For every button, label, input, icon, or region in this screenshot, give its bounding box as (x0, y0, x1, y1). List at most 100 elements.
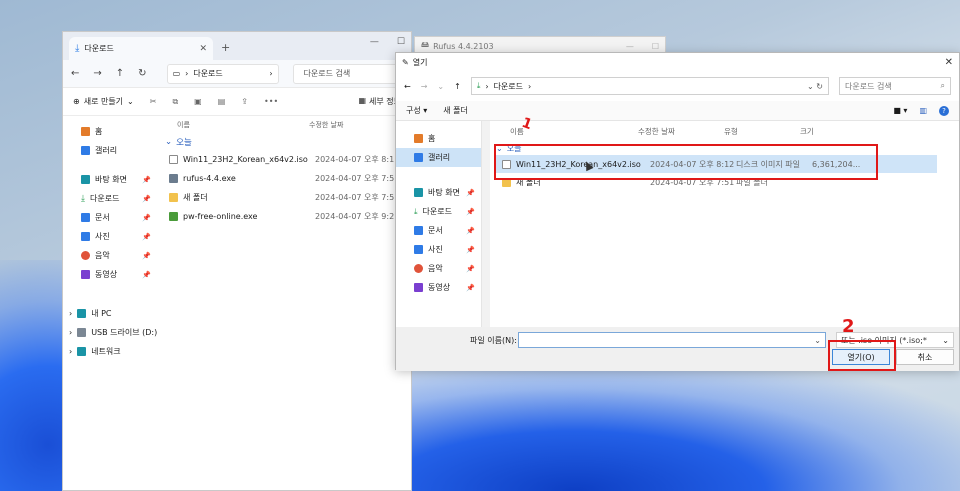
sidebar-item-home[interactable]: 홈 (63, 122, 159, 141)
sidebar-item-desktop[interactable]: 바탕 화면 📌 (63, 170, 159, 189)
chevron-down-icon: ⌄ (814, 335, 821, 345)
document-icon (414, 226, 423, 235)
dialog-address-bar[interactable]: ⤓ › 다운로드 › ⌄ ↻ (470, 77, 829, 95)
minimize-icon[interactable]: — (626, 42, 634, 51)
organize-button[interactable]: 구성 ▾ (406, 105, 427, 116)
sidebar-item-pictures[interactable]: 사진 📌 (396, 240, 481, 259)
paste-icon[interactable]: ▣ (194, 97, 202, 106)
gallery-icon (81, 146, 90, 155)
new-folder-button[interactable]: 새 폴더 (443, 105, 468, 116)
explorer-address-bar[interactable]: ▭ › 다운로드 › (166, 63, 279, 84)
column-header-type[interactable]: 유형 (724, 126, 800, 137)
copy-icon[interactable]: ⧉ (172, 97, 178, 107)
search-placeholder: 다운로드 검색 (845, 81, 892, 91)
sidebar-item-label: 홈 (428, 134, 436, 143)
close-icon[interactable]: ✕ (945, 57, 953, 68)
back-icon[interactable]: ← (71, 68, 79, 79)
video-icon (414, 283, 423, 292)
rename-icon[interactable]: ▤ (218, 97, 226, 106)
address-text: 다운로드 (493, 81, 524, 91)
sidebar-item-home[interactable]: 홈 (396, 129, 481, 148)
sidebar-item-downloads[interactable]: ⤓ 다운로드 📌 (396, 202, 481, 221)
refresh-icon[interactable]: ↻ (138, 68, 146, 79)
recent-chevron-icon[interactable]: ⌄ (437, 82, 444, 91)
sidebar-item-music[interactable]: 음악 📌 (63, 246, 159, 265)
file-name: Win11_23H2_Korean_x64v2.iso (183, 155, 308, 164)
monitor-icon: ▭ (172, 69, 181, 78)
rufus-window-controls: — ☐ (626, 42, 659, 51)
pin-icon: 📌 (466, 245, 475, 254)
maximize-icon[interactable]: ☐ (652, 42, 659, 51)
sidebar-item-downloads[interactable]: ⤓ 다운로드 📌 (63, 189, 159, 208)
dialog-view-controls: ■ ▾ ▥ ? (893, 105, 949, 116)
tree-item-network[interactable]: › 네트워크 (63, 342, 159, 361)
sidebar-item-gallery[interactable]: 갤러리 (396, 148, 481, 167)
explorer-window: ⤓ 다운로드 ✕ + — ☐ ← → ↑ ↻ ▭ › 다운로드 › 다운로드 검… (62, 31, 412, 491)
cut-icon[interactable]: ✂ (150, 97, 157, 106)
home-icon (414, 134, 423, 143)
file-row[interactable]: pw-free-online.exe 2024-04-07 오후 9:2 (159, 207, 411, 226)
sidebar-item-label: 문서 (428, 226, 443, 235)
tree-item-this-pc[interactable]: › 내 PC (63, 304, 159, 323)
annotation-box-open (828, 340, 896, 371)
share-icon[interactable]: ⇪ (241, 97, 248, 106)
sidebar-item-label: 다운로드 (89, 194, 120, 203)
file-row[interactable]: Win11_23H2_Korean_x64v2.iso 2024-04-07 오후… (159, 150, 411, 169)
sidebar-item-pictures[interactable]: 사진 📌 (63, 227, 159, 246)
forward-icon[interactable]: → (93, 68, 101, 79)
more-icon[interactable]: ••• (264, 97, 278, 106)
up-icon[interactable]: ↑ (454, 82, 461, 91)
tab-close-icon[interactable]: ✕ (199, 44, 207, 54)
chevron-right-icon: › (185, 69, 189, 78)
explorer-search-input[interactable]: 다운로드 검색 (292, 63, 403, 84)
sidebar-item-desktop[interactable]: 바탕 화면 📌 (396, 183, 481, 202)
tab-title: 다운로드 (84, 44, 114, 53)
minimize-icon[interactable]: — (370, 37, 379, 47)
music-icon (414, 264, 423, 273)
new-button[interactable]: ⊕ 새로 만들기 ⌄ (73, 96, 134, 107)
sidebar-item-gallery[interactable]: 갤러리 (63, 141, 159, 160)
pin-icon: 📌 (142, 251, 151, 260)
pin-icon: 📌 (142, 194, 151, 203)
column-header-date[interactable]: 수정한 날짜 (309, 120, 343, 130)
sidebar-item-videos[interactable]: 동영상 📌 (63, 265, 159, 284)
refresh-icon[interactable]: ⌄ ↻ (807, 82, 823, 91)
download-icon: ⤓ (476, 81, 481, 90)
sidebar-item-documents[interactable]: 문서 📌 (396, 221, 481, 240)
column-header-name[interactable]: 이름 (159, 120, 309, 130)
view-options-icon[interactable]: ■ ▾ (893, 106, 907, 116)
forward-icon[interactable]: → (421, 82, 428, 91)
usb-drive-icon (77, 328, 87, 337)
picture-icon (414, 245, 423, 254)
cancel-button[interactable]: 취소 (896, 349, 954, 365)
file-row[interactable]: 새 폴더 2024-04-07 오후 7:5 (159, 188, 411, 207)
up-icon[interactable]: ↑ (116, 68, 124, 79)
window-controls: — ☐ (370, 37, 405, 47)
chevron-right-icon: › (528, 81, 532, 91)
network-icon (77, 347, 87, 356)
rufus-usb-icon: 🖴 (421, 40, 430, 49)
details-icon: ▦ (358, 96, 367, 105)
dialog-search-input[interactable]: 다운로드 검색 ⌕ (839, 77, 951, 95)
column-header-size[interactable]: 크기 (800, 126, 814, 137)
file-row[interactable]: rufus-4.4.exe 2024-04-07 오후 7:5 (159, 169, 411, 188)
sidebar-item-music[interactable]: 음악 📌 (396, 259, 481, 278)
sidebar-item-label: 바탕 화면 (428, 188, 460, 197)
explorer-tab[interactable]: ⤓ 다운로드 ✕ (69, 37, 213, 60)
new-tab-icon[interactable]: + (221, 41, 230, 54)
sidebar-item-label: 갤러리 (428, 153, 451, 162)
tree-item-usb-drive[interactable]: › USB 드라이브 (D:) (63, 323, 159, 342)
preview-pane-icon[interactable]: ▥ (919, 106, 927, 116)
sidebar-item-documents[interactable]: 문서 📌 (63, 208, 159, 227)
group-header[interactable]: ⌄ 오늘 (159, 134, 411, 150)
sidebar-item-videos[interactable]: 동영상 📌 (396, 278, 481, 297)
help-icon[interactable]: ? (939, 105, 949, 116)
sidebar-scrollbar[interactable] (482, 121, 490, 327)
filename-input[interactable]: ⌄ (518, 332, 826, 348)
installer-icon (169, 212, 178, 221)
sidebar-item-label: 동영상 (95, 270, 118, 279)
column-header-date[interactable]: 수정한 날짜 (638, 126, 724, 137)
column-header-name[interactable]: 이름 (490, 126, 638, 137)
maximize-icon[interactable]: ☐ (397, 37, 405, 47)
back-icon[interactable]: ← (404, 82, 411, 91)
